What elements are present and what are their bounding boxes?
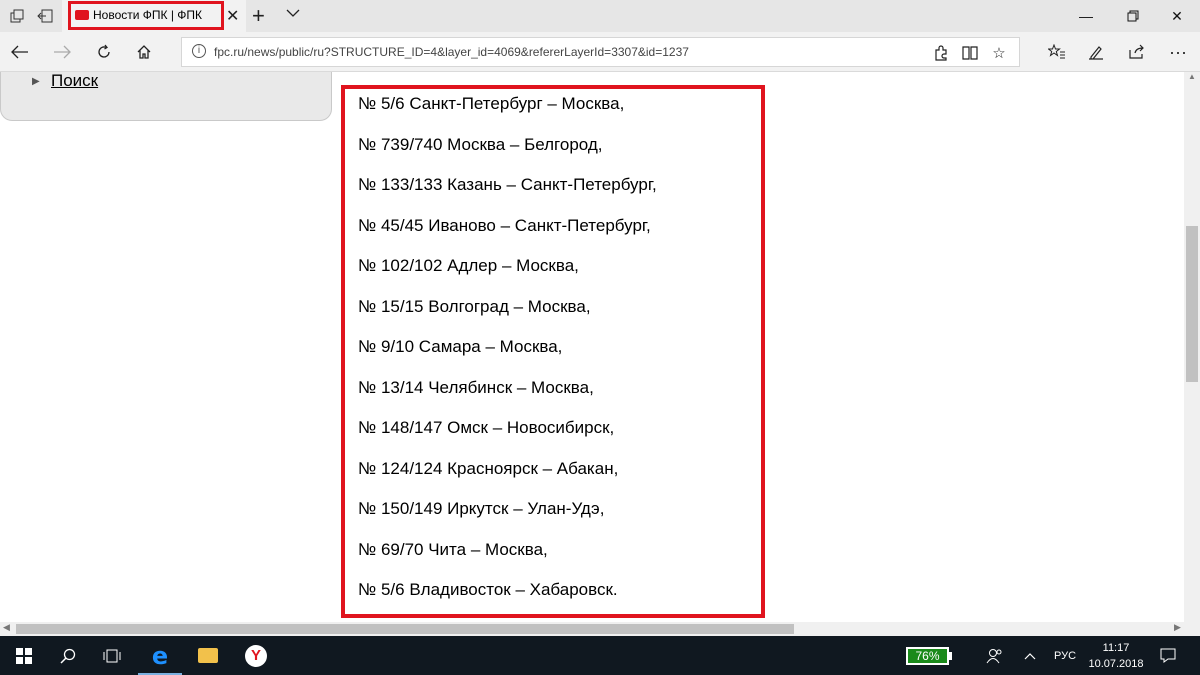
extension-icon[interactable] bbox=[930, 42, 952, 64]
route-item: № 150/149 Иркутск – Улан-Удэ, bbox=[358, 499, 605, 518]
show-hidden-icons-icon[interactable] bbox=[1024, 636, 1036, 675]
web-note-icon[interactable] bbox=[1080, 36, 1112, 68]
page-content: ▶ Поиск № 5/6 Санкт-Петербург – Москва, … bbox=[0, 72, 1184, 622]
minimize-icon[interactable]: — bbox=[1063, 0, 1109, 32]
chevron-down-icon[interactable] bbox=[286, 5, 300, 23]
route-item: № 13/14 Челябинск – Москва, bbox=[358, 378, 594, 397]
close-window-icon[interactable]: ✕ bbox=[1154, 0, 1200, 32]
route-item: № 124/124 Красноярск – Абакан, bbox=[358, 459, 619, 478]
route-item: № 5/6 Санкт-Петербург – Москва, bbox=[358, 94, 625, 113]
new-tab-icon[interactable]: + bbox=[252, 3, 265, 29]
yandex-browser-icon[interactable]: Y bbox=[232, 636, 280, 675]
route-item: № 45/45 Иваново – Санкт-Петербург, bbox=[358, 216, 651, 235]
reading-view-icon[interactable] bbox=[959, 42, 981, 64]
taskbar: e Y bbox=[0, 636, 1200, 675]
navigation-bar: i fpc.ru/news/public/ru?STRUCTURE_ID=4&l… bbox=[0, 32, 1200, 72]
back-icon[interactable] bbox=[4, 36, 36, 68]
set-aside-tabs-icon[interactable] bbox=[30, 0, 60, 32]
share-icon[interactable] bbox=[1121, 36, 1153, 68]
favorite-star-icon[interactable]: ☆ bbox=[988, 42, 1010, 64]
horizontal-scrollbar[interactable]: ◀ ▶ bbox=[0, 622, 1200, 636]
battery-percent: 76% bbox=[915, 649, 940, 663]
scroll-up-icon[interactable]: ▲ bbox=[1184, 72, 1200, 86]
forward-icon[interactable] bbox=[46, 36, 78, 68]
language-indicator[interactable]: РУС bbox=[1054, 636, 1076, 675]
vertical-scrollbar[interactable]: ▲ bbox=[1184, 72, 1200, 622]
route-item: № 739/740 Москва – Белгород, bbox=[358, 135, 603, 154]
sidebar-menu: ▶ Поиск bbox=[0, 72, 332, 121]
edge-browser-icon[interactable]: e bbox=[136, 636, 184, 675]
bullet-arrow-icon: ▶ bbox=[32, 76, 40, 87]
task-view-icon[interactable] bbox=[88, 636, 136, 675]
clock-time: 11:17 bbox=[1102, 642, 1130, 654]
restore-icon[interactable] bbox=[1110, 0, 1156, 32]
route-item: № 148/147 Омск – Новосибирск, bbox=[358, 418, 615, 437]
scroll-right-icon[interactable]: ▶ bbox=[1174, 622, 1181, 633]
route-item: № 69/70 Чита – Москва, bbox=[358, 540, 548, 559]
people-icon[interactable] bbox=[986, 636, 1004, 675]
search-link[interactable]: Поиск bbox=[51, 72, 98, 91]
battery-indicator[interactable]: 76% bbox=[906, 647, 949, 665]
scroll-left-icon[interactable]: ◀ bbox=[3, 622, 10, 633]
tab-actions-icon[interactable] bbox=[2, 0, 32, 32]
url-text[interactable]: fpc.ru/news/public/ru?STRUCTURE_ID=4&lay… bbox=[214, 45, 689, 59]
tab-highlight-frame bbox=[68, 1, 224, 30]
route-item: № 15/15 Волгоград – Москва, bbox=[358, 297, 591, 316]
clock-date: 10.07.2018 bbox=[1088, 658, 1144, 670]
horizontal-scroll-thumb[interactable] bbox=[16, 624, 794, 634]
favorites-hub-icon[interactable] bbox=[1041, 36, 1073, 68]
close-tab-icon[interactable]: ✕ bbox=[226, 6, 239, 26]
route-item: № 9/10 Самара – Москва, bbox=[358, 337, 563, 356]
route-list-highlight: № 5/6 Санкт-Петербург – Москва, № 739/74… bbox=[341, 85, 765, 618]
windows-start-icon[interactable] bbox=[0, 636, 48, 675]
action-center-icon[interactable] bbox=[1160, 636, 1176, 675]
vertical-scroll-thumb[interactable] bbox=[1186, 226, 1198, 382]
battery-tip bbox=[949, 652, 952, 660]
file-explorer-icon[interactable] bbox=[184, 636, 232, 675]
route-item: № 5/6 Владивосток – Хабаровск. bbox=[358, 580, 618, 599]
address-bar[interactable]: i fpc.ru/news/public/ru?STRUCTURE_ID=4&l… bbox=[181, 37, 1020, 67]
route-item: № 102/102 Адлер – Москва, bbox=[358, 256, 579, 275]
more-menu-icon[interactable]: ··· bbox=[1162, 36, 1194, 68]
route-item: № 133/133 Казань – Санкт-Петербург, bbox=[358, 175, 657, 194]
site-info-icon[interactable]: i bbox=[192, 44, 206, 58]
home-icon[interactable] bbox=[128, 36, 160, 68]
clock[interactable]: 11:17 10.07.2018 bbox=[1086, 640, 1146, 672]
search-icon[interactable] bbox=[44, 636, 92, 675]
refresh-icon[interactable] bbox=[88, 36, 120, 68]
